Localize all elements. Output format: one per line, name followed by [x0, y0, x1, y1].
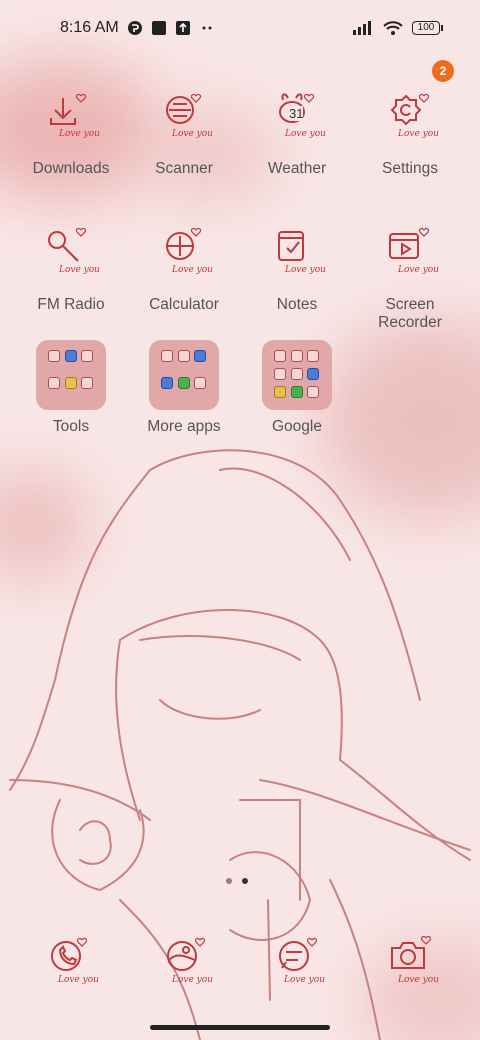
folder-tools[interactable]: Tools — [15, 340, 127, 436]
dock-messages[interactable]: Love you — [262, 924, 334, 996]
weather-icon: Love you 31 — [261, 84, 333, 156]
svg-text:Love you: Love you — [397, 975, 439, 985]
app-settings[interactable]: Love you 2 Settings — [354, 60, 466, 178]
svg-text:Love you: Love you — [171, 265, 213, 275]
calculator-icon: Love you — [148, 220, 220, 292]
status-time: 8:16 AM — [60, 19, 119, 36]
folder-app-icon — [64, 350, 77, 362]
svg-text:Love you: Love you — [397, 129, 439, 139]
app-label: Scanner — [155, 160, 213, 177]
svg-text:Love you: Love you — [171, 975, 213, 985]
battery-icon: 100 — [412, 21, 443, 35]
folder-app-icon — [64, 377, 77, 389]
app-weather[interactable]: Love you 31 Weather — [241, 84, 353, 178]
app-scanner[interactable]: Love you Scanner — [128, 84, 240, 178]
folder-app-icon — [194, 350, 207, 362]
more-dots-icon — [199, 20, 215, 36]
app-label: Google — [272, 418, 322, 435]
folder-app-icon — [274, 350, 286, 362]
folder-app-icon — [81, 350, 94, 362]
app-label: More apps — [147, 418, 221, 435]
svg-text:Love you: Love you — [57, 975, 99, 985]
signal-icon — [352, 20, 374, 36]
dock-gallery[interactable]: Love you — [150, 924, 222, 996]
folder-app-icon — [307, 350, 320, 362]
folder-app-icon — [161, 350, 173, 362]
page-dot — [226, 878, 232, 884]
page-dot-active — [242, 878, 248, 884]
home-indicator[interactable] — [150, 1025, 330, 1030]
gallery-icon: Love you — [167, 937, 213, 985]
notification-app-icon — [127, 20, 143, 36]
folder-app-icon — [81, 377, 94, 389]
svg-text:Love you: Love you — [58, 265, 100, 275]
svg-text:Love you: Love you — [283, 975, 325, 985]
app-notes[interactable]: Love you Notes — [241, 220, 353, 314]
svg-text:Love you: Love you — [171, 129, 213, 139]
svg-text:Love you: Love you — [284, 265, 326, 275]
folder-app-icon — [307, 368, 320, 380]
app-fm-radio[interactable]: Love you FM Radio — [15, 220, 127, 314]
download-icon: Love you — [35, 84, 107, 156]
app-label: Downloads — [32, 160, 110, 177]
app-label: FM Radio — [37, 296, 105, 313]
folder-app-icon — [177, 377, 190, 389]
app-label: Screen Recorder — [378, 296, 442, 331]
folder-app-icon — [290, 350, 303, 362]
svg-text:Love you: Love you — [284, 129, 326, 139]
status-right: 100 — [352, 20, 443, 36]
microphone-icon: Love you — [35, 220, 107, 292]
folder-icon — [36, 340, 106, 410]
svg-text:Love you: Love you — [58, 129, 100, 139]
app-label: Calculator — [149, 296, 219, 313]
dock-camera[interactable]: Love you — [376, 924, 448, 996]
folder-icon — [262, 340, 332, 410]
notes-icon: Love you — [261, 220, 333, 292]
app-calculator[interactable]: Love you Calculator — [128, 220, 240, 314]
app-downloads[interactable]: Love you Downloads — [15, 84, 127, 178]
app-label: Settings — [381, 160, 438, 177]
folder-app-icon — [307, 386, 320, 398]
folder-app-icon — [161, 377, 173, 389]
folder-google[interactable]: Google — [241, 340, 353, 436]
folder-app-icon — [290, 368, 303, 380]
notification-square-icon — [151, 20, 167, 36]
camera-icon: Love you — [391, 935, 439, 985]
status-left: 8:16 AM — [60, 19, 215, 37]
status-bar: 8:16 AM 100 — [0, 0, 480, 56]
messages-icon: Love you — [279, 937, 325, 985]
folder-app-icon — [274, 368, 286, 380]
folder-icon — [149, 340, 219, 410]
dock-phone[interactable]: Love you — [36, 924, 108, 996]
app-label: Tools — [52, 418, 90, 435]
folder-app-icon — [194, 377, 207, 389]
wifi-icon — [382, 20, 404, 36]
scanner-icon: Love you — [148, 84, 220, 156]
weather-date-text: 31 — [289, 106, 304, 121]
page-indicator[interactable] — [226, 878, 248, 884]
upload-icon — [175, 20, 191, 36]
svg-text:Love you: Love you — [397, 265, 439, 275]
folder-app-icon — [177, 350, 190, 362]
folder-app-icon — [274, 386, 286, 398]
folder-app-icon — [290, 386, 303, 398]
app-screen-recorder[interactable]: Love you Screen Recorder — [354, 220, 466, 332]
folder-more-apps[interactable]: More apps — [128, 340, 240, 436]
folder-app-icon — [48, 350, 60, 362]
folder-app-icon — [48, 377, 60, 389]
notification-badge: 2 — [432, 60, 454, 82]
phone-icon: Love you — [51, 937, 99, 985]
app-label: Weather — [267, 160, 327, 177]
settings-icon: Love you 2 — [374, 60, 454, 156]
app-label: Notes — [276, 296, 318, 313]
screen-recorder-icon: Love you — [374, 220, 446, 292]
